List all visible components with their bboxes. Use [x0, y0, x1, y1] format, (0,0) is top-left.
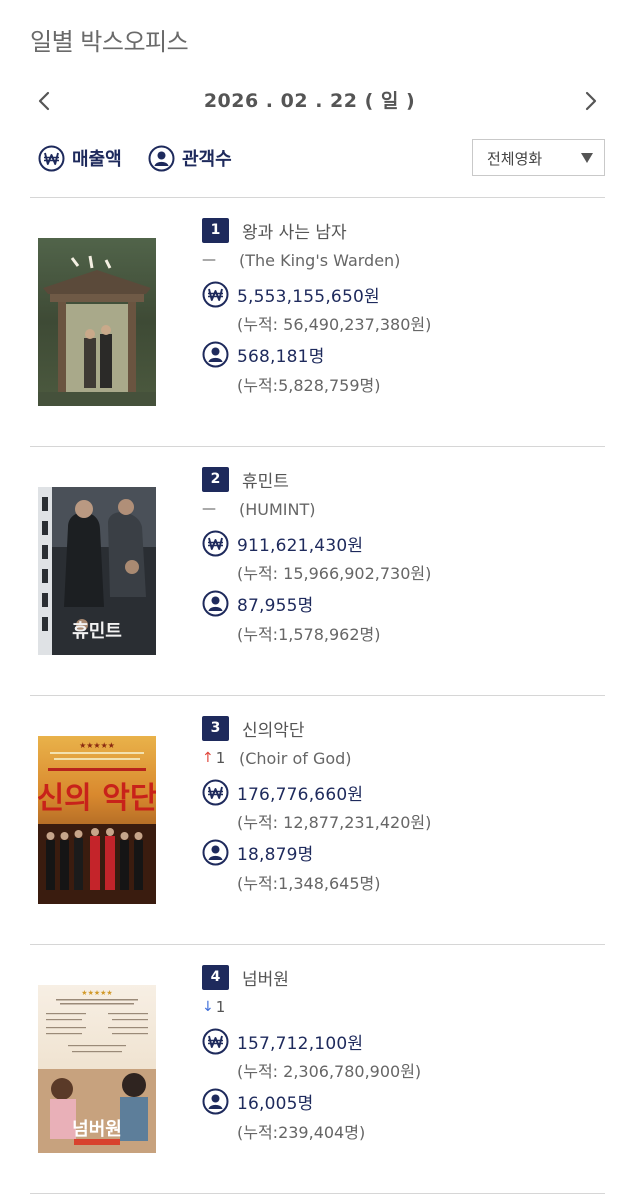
- movie-title[interactable]: 넘버원: [242, 965, 289, 990]
- daily-audience: 568,181명: [237, 347, 325, 367]
- rank-badge: 3: [202, 715, 229, 741]
- daily-sales: 176,776,660원: [237, 785, 364, 805]
- rank-change-value: 1: [215, 998, 226, 1016]
- rank-change-dash-icon: —: [202, 252, 216, 268]
- person-icon: [202, 839, 229, 866]
- caret-down-icon: [581, 153, 593, 163]
- person-icon: [202, 590, 229, 617]
- sales-toggle-button[interactable]: 매출액: [38, 143, 122, 173]
- cumulative-audience: (누적:1,348,645명): [237, 874, 381, 893]
- sales-stat: 5,553,155,650원: [202, 281, 380, 308]
- svg-text:★★★★★: ★★★★★: [79, 741, 115, 750]
- movie-english-title: (The King's Warden): [239, 250, 401, 270]
- movie-english-title: (Choir of God): [239, 748, 352, 768]
- cumulative-sales: (누적: 12,877,231,420원): [237, 813, 432, 832]
- person-icon: [202, 341, 229, 368]
- sales-stat: 911,621,430원: [202, 530, 363, 557]
- won-icon: [202, 281, 229, 308]
- svg-text:★★★★★: ★★★★★: [81, 989, 112, 997]
- sales-toggle-label: 매출액: [72, 149, 122, 170]
- movie-poster[interactable]: ★★★★★ 넘버원: [38, 985, 156, 1153]
- date-navigator: 2026 . 02 . 22 ( 일 ): [0, 82, 619, 122]
- won-icon: [202, 779, 229, 806]
- rank-badge: 2: [202, 466, 229, 492]
- movie-title[interactable]: 휴민트: [242, 467, 289, 492]
- daily-sales: 157,712,100원: [237, 1034, 364, 1054]
- movie-title[interactable]: 신의악단: [242, 716, 305, 741]
- cumulative-audience: (누적:1,578,962명): [237, 625, 381, 644]
- audience-stat: 87,955명: [202, 590, 314, 617]
- cumulative-audience: (누적:239,404명): [237, 1123, 366, 1142]
- movie-item: ★★★★★ 넘버원 4 넘버원 ↓ 1 157,712,100원 (누적: 2,…: [0, 964, 619, 1194]
- rank-change-value: 1: [215, 749, 226, 767]
- movie-poster[interactable]: [38, 238, 156, 406]
- movie-item: 1 왕과 사는 남자 — (The King's Warden) 5,553,1…: [0, 217, 619, 447]
- svg-text:넘버원: 넘버원: [72, 1119, 122, 1140]
- svg-text:휴민트: 휴민트: [72, 621, 122, 642]
- audience-stat: 568,181명: [202, 341, 325, 368]
- cumulative-audience: (누적:5,828,759명): [237, 376, 381, 395]
- cumulative-sales: (누적: 15,966,902,730원): [237, 564, 432, 583]
- rank-change: ↓ 1: [202, 998, 239, 1016]
- divider: [30, 944, 605, 945]
- won-icon: [38, 145, 65, 171]
- audience-stat: 16,005명: [202, 1088, 314, 1115]
- movie-filter-select[interactable]: 전체영화: [472, 139, 605, 176]
- person-icon: [148, 145, 175, 171]
- audience-toggle-label: 관객수: [182, 149, 232, 170]
- movie-title[interactable]: 왕과 사는 남자: [242, 218, 347, 243]
- rank-down-arrow-icon: ↓: [202, 999, 214, 1015]
- daily-sales: 5,553,155,650원: [237, 287, 380, 307]
- divider: [30, 446, 605, 447]
- page-title: 일별 박스오피스: [30, 28, 189, 56]
- movie-item: ★★★★★ 신의 악단 3 신의악단 ↑ 1 (Choir of God) 17…: [0, 715, 619, 945]
- rank-up-arrow-icon: ↑: [202, 750, 214, 766]
- date-label: 2026 . 02 . 22 ( 일 ): [203, 90, 416, 112]
- sales-stat: 157,712,100원: [202, 1028, 363, 1055]
- won-icon: [202, 530, 229, 557]
- movie-poster[interactable]: ★★★★★ 신의 악단: [38, 736, 156, 904]
- cumulative-sales: (누적: 56,490,237,380원): [237, 315, 432, 334]
- daily-audience: 16,005명: [237, 1094, 314, 1114]
- daily-audience: 18,879명: [237, 845, 314, 865]
- audience-toggle-button[interactable]: 관객수: [148, 143, 232, 173]
- movie-filter-value: 전체영화: [487, 150, 543, 168]
- rank-change-dash-icon: —: [202, 501, 216, 517]
- cumulative-sales: (누적: 2,306,780,900원): [237, 1062, 422, 1081]
- rank-badge: 1: [202, 217, 229, 243]
- svg-text:신의 악단: 신의 악단: [38, 781, 156, 816]
- divider: [30, 1193, 605, 1194]
- divider: [30, 197, 605, 198]
- next-date-chevron-right-icon[interactable]: [575, 86, 605, 116]
- rank-change: —: [202, 501, 239, 517]
- sales-stat: 176,776,660원: [202, 779, 363, 806]
- movie-poster[interactable]: 휴민트: [38, 487, 156, 655]
- person-icon: [202, 1088, 229, 1115]
- daily-sales: 911,621,430원: [237, 536, 364, 556]
- movie-item: 휴민트 2 휴민트 — (HUMINT) 911,621,430원 (누적: 1…: [0, 466, 619, 696]
- rank-badge: 4: [202, 964, 229, 990]
- won-icon: [202, 1028, 229, 1055]
- divider: [30, 695, 605, 696]
- rank-change: ↑ 1: [202, 749, 239, 767]
- audience-stat: 18,879명: [202, 839, 314, 866]
- daily-audience: 87,955명: [237, 596, 314, 616]
- movie-english-title: (HUMINT): [239, 499, 316, 519]
- rank-change: —: [202, 252, 239, 268]
